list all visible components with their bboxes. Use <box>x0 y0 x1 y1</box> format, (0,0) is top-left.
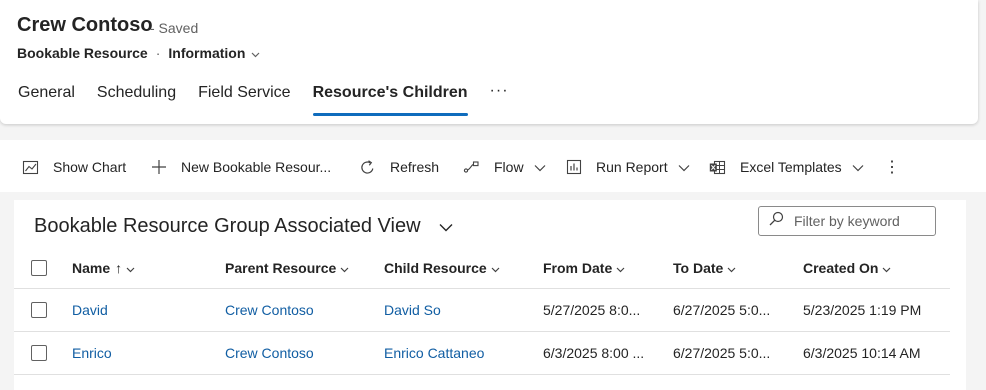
save-status: - Saved <box>150 20 199 36</box>
search-icon <box>769 211 784 231</box>
parent-resource-link[interactable]: Crew Contoso <box>225 332 314 374</box>
form-selector[interactable]: Information <box>168 45 260 61</box>
column-header-created-on[interactable]: Created On <box>803 248 891 288</box>
refresh-icon <box>361 159 374 174</box>
run-report-label: Run Report <box>596 159 668 175</box>
grid-header: Name ↑ Parent Resource Child Resource Fr… <box>14 248 950 289</box>
refresh-button[interactable]: Refresh <box>359 156 439 178</box>
to-date-cell: 6/27/2025 5:0... <box>673 345 771 361</box>
flow-icon <box>463 161 479 173</box>
new-record-label: New Bookable Resour... <box>181 159 332 175</box>
column-label: Created On <box>803 260 879 276</box>
column-header-from-date[interactable]: From Date <box>543 248 625 288</box>
chart-icon <box>22 160 39 174</box>
new-record-button[interactable]: New Bookable Resour... <box>151 156 331 178</box>
column-label: Name <box>72 260 111 276</box>
column-label: From Date <box>543 260 613 276</box>
excel-templates-button[interactable]: Excel Templates <box>709 156 864 178</box>
select-all-cell <box>31 248 47 288</box>
from-date-cell: 5/27/2025 8:0... <box>543 302 641 318</box>
created-on-cell: 6/3/2025 10:14 AM <box>803 345 921 361</box>
flow-label: Flow <box>494 159 524 175</box>
column-label: Parent Resource <box>225 260 337 276</box>
chevron-down-icon <box>534 159 546 175</box>
chevron-down-icon <box>340 260 349 276</box>
sort-ascending-icon: ↑ <box>115 260 123 276</box>
form-tabs: General Scheduling Field Service Resourc… <box>18 80 509 120</box>
command-bar: Show Chart New Bookable Resour... Refres… <box>0 140 986 192</box>
separator-dot: · <box>155 45 161 61</box>
chevron-down-icon <box>616 260 625 276</box>
record-title: Crew Contoso <box>17 14 153 36</box>
chevron-down-icon <box>678 159 690 175</box>
row-select-cell <box>31 289 47 331</box>
excel-templates-label: Excel Templates <box>740 159 842 175</box>
chevron-down-icon <box>491 260 500 276</box>
column-header-to-date[interactable]: To Date <box>673 248 736 288</box>
associated-grid: Bookable Resource Group Associated View … <box>14 200 966 390</box>
tab-resources-children[interactable]: Resource's Children <box>312 80 468 118</box>
form-name: Information <box>168 45 246 61</box>
show-chart-label: Show Chart <box>53 159 127 175</box>
chevron-down-icon <box>852 159 864 175</box>
table-row[interactable]: David Crew Contoso David So 5/27/2025 8:… <box>14 289 950 332</box>
row-checkbox[interactable] <box>31 302 47 318</box>
column-header-parent-resource[interactable]: Parent Resource <box>225 248 349 288</box>
view-selector[interactable]: Bookable Resource Group Associated View <box>34 215 453 238</box>
entity-name: Bookable Resource <box>17 45 148 61</box>
table-row[interactable]: Enrico Crew Contoso Enrico Cattaneo 6/3/… <box>14 332 950 375</box>
row-checkbox[interactable] <box>31 345 47 361</box>
filter-box <box>758 206 936 236</box>
name-link[interactable]: David <box>72 289 108 331</box>
column-header-child-resource[interactable]: Child Resource <box>384 248 500 288</box>
parent-resource-link[interactable]: Crew Contoso <box>225 289 314 331</box>
chevron-down-icon <box>251 45 260 61</box>
excel-icon <box>709 160 726 174</box>
flow-button[interactable]: Flow <box>463 156 546 178</box>
tab-general[interactable]: General <box>18 80 75 118</box>
name-link[interactable]: Enrico <box>72 332 112 374</box>
more-tabs-button[interactable]: ··· <box>490 80 509 120</box>
filter-input[interactable] <box>792 212 936 230</box>
column-label: To Date <box>673 260 724 276</box>
tab-scheduling[interactable]: Scheduling <box>97 80 176 118</box>
more-commands-button[interactable]: ⋮ <box>884 156 900 178</box>
chevron-down-icon <box>727 260 736 276</box>
column-label: Child Resource <box>384 260 487 276</box>
refresh-label: Refresh <box>390 159 440 175</box>
record-header: Crew Contoso - Saved Bookable Resource ·… <box>0 0 978 124</box>
report-icon <box>566 159 582 175</box>
chevron-down-icon <box>126 260 135 276</box>
row-select-cell <box>31 332 47 374</box>
child-resource-link[interactable]: David So <box>384 289 441 331</box>
view-title: Bookable Resource Group Associated View <box>34 215 421 237</box>
child-resource-link[interactable]: Enrico Cattaneo <box>384 332 484 374</box>
chevron-down-icon <box>439 215 453 238</box>
show-chart-button[interactable]: Show Chart <box>22 156 126 178</box>
from-date-cell: 6/3/2025 8:00 ... <box>543 345 645 361</box>
chevron-down-icon <box>882 260 891 276</box>
created-on-cell: 5/23/2025 1:19 PM <box>803 302 922 318</box>
plus-icon <box>152 160 166 174</box>
entity-line: Bookable Resource · Information <box>17 45 260 61</box>
select-all-checkbox[interactable] <box>31 260 47 276</box>
to-date-cell: 6/27/2025 5:0... <box>673 302 771 318</box>
column-header-name[interactable]: Name ↑ <box>72 248 135 288</box>
run-report-button[interactable]: Run Report <box>566 156 690 178</box>
tab-field-service[interactable]: Field Service <box>198 80 290 118</box>
